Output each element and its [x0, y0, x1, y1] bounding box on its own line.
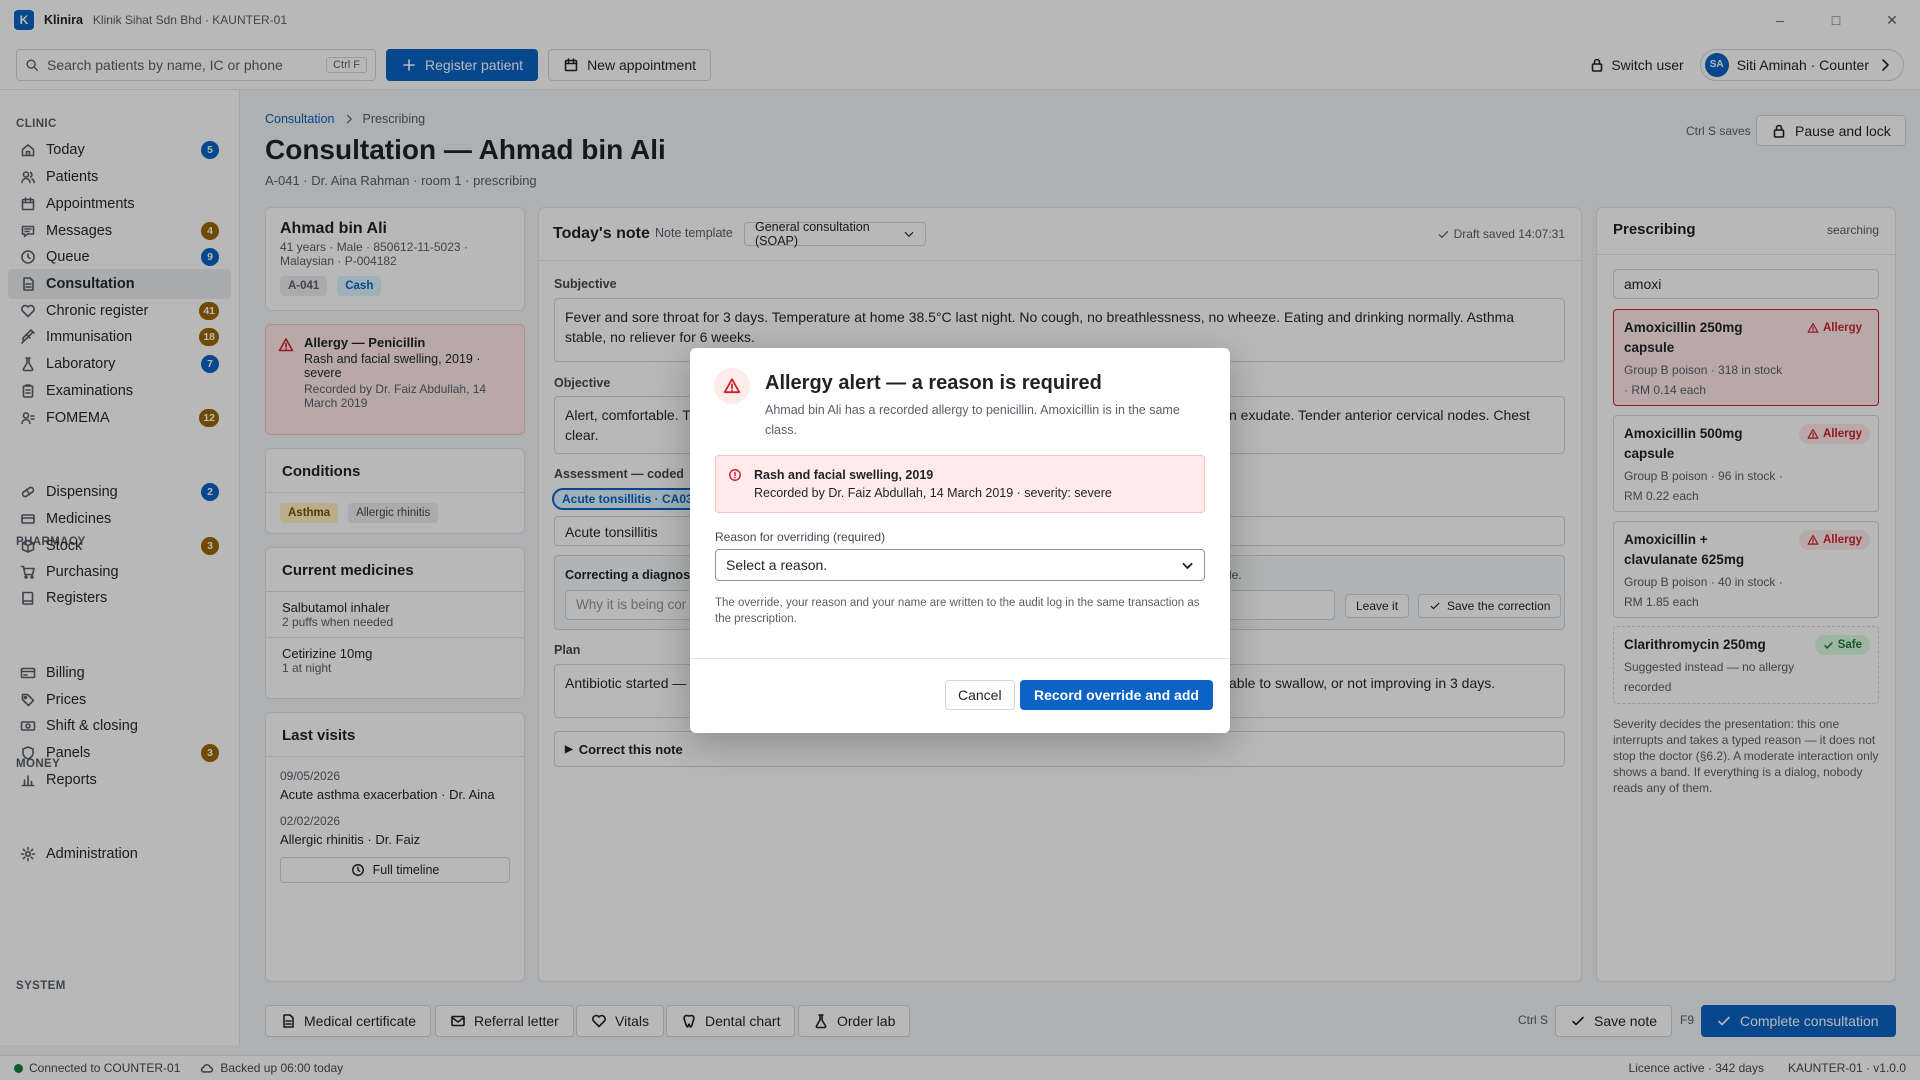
audit-note: The override, your reason and your name … [715, 597, 1200, 625]
chevron-down-icon [1182, 562, 1193, 569]
reason-select[interactable]: Select a reason. [715, 549, 1205, 581]
allergy-alert-dialog: Allergy alert — a reason is required Ahm… [690, 348, 1230, 733]
alert-badge [714, 368, 750, 404]
allergy-detail-box: Rash and facial swelling, 2019 Recorded … [715, 455, 1205, 513]
reason-select-value: Select a reason. [726, 557, 828, 573]
reason-label: Reason for overriding (required) [715, 530, 886, 544]
record-override-button[interactable]: Record override and add [1020, 680, 1213, 710]
alert-title: Rash and facial swelling, 2019 [754, 468, 934, 482]
cancel-button[interactable]: Cancel [945, 680, 1015, 710]
dialog-title: Allergy alert — a reason is required [765, 372, 1102, 394]
info-icon [729, 469, 741, 481]
alert-detail: Recorded by Dr. Faiz Abdullah, 14 March … [754, 486, 1112, 500]
warning-icon [723, 378, 741, 394]
dialog-body: Ahmad bin Ali has a recorded allergy to … [765, 403, 1180, 437]
